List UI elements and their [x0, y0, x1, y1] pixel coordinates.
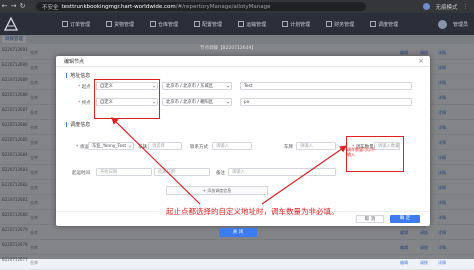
- reload-icon[interactable]: ↻: [18, 0, 27, 13]
- insecure-label: 不安全: [42, 4, 59, 11]
- start-label: * 起点: [78, 85, 91, 90]
- close-icon[interactable]: ×: [418, 57, 424, 65]
- back-icon[interactable]: ←: [0, 0, 9, 13]
- plate-input[interactable]: 请输入: [296, 142, 336, 150]
- app-header: 订单管理 货物管理 仓库管理 配置管理 运输管理 计划管理 财务管理 调度管理 …: [0, 13, 474, 35]
- menu-item[interactable]: 调度管理: [370, 21, 398, 28]
- browser-toolbar: ← → ↻ 不安全 testtrunkbookingmgr.hart-world…: [0, 0, 474, 13]
- menu-item[interactable]: 订单管理: [62, 21, 90, 28]
- cancel-button[interactable]: 取 消: [356, 215, 384, 223]
- start-region-select[interactable]: 北京市 / 北京市 / 东城区 ▾: [162, 82, 232, 90]
- menu-item[interactable]: 货物管理: [106, 21, 134, 28]
- end-address-input[interactable]: po: [240, 98, 412, 106]
- add-transport-button[interactable]: + 添加调度信息: [166, 186, 268, 195]
- url-path: /#/repertoryManage/allotyManage: [175, 3, 271, 10]
- remark-input[interactable]: 请输入: [228, 168, 336, 176]
- modal-title: 编辑节点: [64, 59, 85, 65]
- confirm-button[interactable]: 确 定: [390, 215, 420, 223]
- remark-label: 备注: [216, 171, 225, 176]
- carrier-label: * 承运: [76, 145, 89, 150]
- url-host: testtrunkbookingmgr.hart-worldwide.com: [61, 3, 176, 10]
- forward-icon[interactable]: →: [9, 0, 18, 13]
- carrier-select[interactable]: 东亚_Yonny_Test ▾: [88, 142, 134, 150]
- row-detail-link[interactable]: 详情: [438, 260, 446, 266]
- menu-item[interactable]: 运输管理: [238, 21, 266, 28]
- depart-date-end[interactable]: 结束日期: [154, 168, 210, 176]
- menu-item[interactable]: 配置管理: [194, 21, 222, 28]
- logo-icon[interactable]: [4, 17, 18, 31]
- end-region-select[interactable]: 北京市 / 北京市 / 朝阳区 ▾: [162, 98, 232, 106]
- close-button[interactable]: 关 闭: [219, 228, 257, 237]
- contact-input[interactable]: 请输入: [212, 142, 252, 150]
- row-edit-link[interactable]: 编辑: [400, 260, 408, 266]
- menu-item[interactable]: 财务管理: [326, 21, 354, 28]
- end-label: * 终点: [78, 101, 91, 106]
- start-address-input[interactable]: Test: [240, 82, 412, 90]
- depart-label: 起运时间: [72, 171, 90, 176]
- vehicle-label: 车辆: [138, 145, 147, 150]
- browser-actions: 无痕模式 ⋮: [423, 0, 468, 13]
- user-name[interactable]: 管理员: [453, 21, 468, 28]
- vehicle-input[interactable]: 请选择: [148, 142, 182, 150]
- address-section-title: 地址信息: [66, 72, 90, 79]
- user-area: 管理员: [437, 13, 468, 35]
- highlight-box-address: [94, 79, 160, 119]
- outer-dialog-title: 节点调拨【B220712649】: [200, 46, 256, 51]
- profile-icon[interactable]: [423, 3, 431, 10]
- top-menu: 订单管理 货物管理 仓库管理 配置管理 运输管理 计划管理 财务管理 调度管理: [62, 13, 398, 35]
- transport-section-title: 调度信息: [66, 121, 90, 128]
- menu-dots-icon[interactable]: ⋮: [463, 4, 469, 10]
- incognito-label: 无痕模式: [435, 4, 458, 11]
- plate-label: 车牌: [284, 145, 293, 150]
- annotation-text: 起止点都选择的自定义地址时，调车数量为非必填。: [166, 207, 339, 216]
- depart-date-start[interactable]: 开始日期: [96, 168, 152, 176]
- menu-item[interactable]: 计划管理: [282, 21, 310, 28]
- row-allot-link[interactable]: 调拨: [420, 260, 428, 266]
- contact-label: 联系方式: [190, 145, 208, 150]
- stock-note: 调车数量可以不输入: [347, 147, 375, 157]
- avatar[interactable]: [437, 19, 447, 29]
- row-note: 仓库: [30, 260, 38, 265]
- menu-item[interactable]: 仓库管理: [150, 21, 178, 28]
- address-bar[interactable]: 不安全 testtrunkbookingmgr.hart-worldwide.c…: [36, 2, 366, 11]
- edit-node-modal: 编辑节点 × 地址信息 * 起点 自定义 ▾ 北京市 / 北京市 / 东城区 ▾ T…: [56, 56, 430, 226]
- modal-header: 编辑节点 ×: [56, 56, 430, 67]
